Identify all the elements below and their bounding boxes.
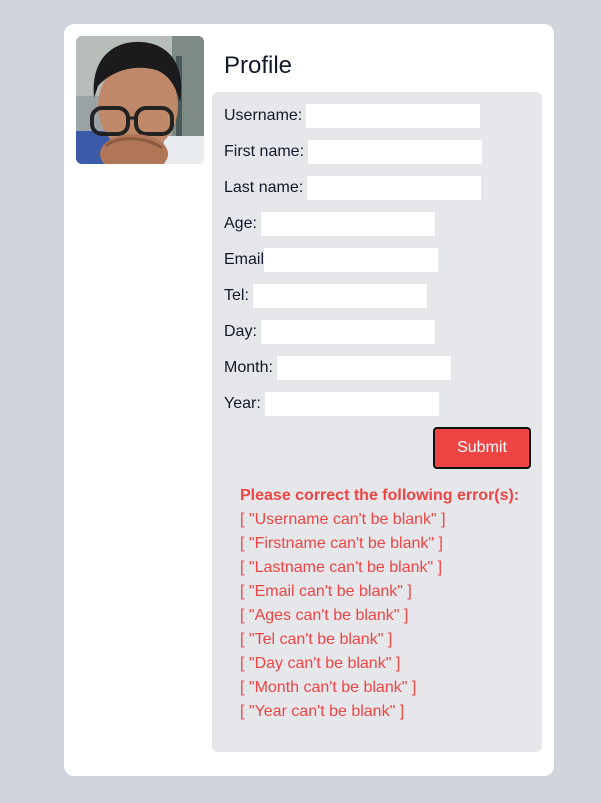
day-row: Day: (224, 320, 435, 344)
profile-form-panel: Username: First name: Last name: Age: Em… (212, 92, 542, 752)
month-label: Month: (224, 359, 273, 376)
error-item: [ "Ages can't be blank" ] (240, 607, 409, 624)
profile-card: Profile Username: First name: Last name:… (64, 24, 554, 776)
error-item: [ "Day can't be blank" ] (240, 655, 401, 672)
page-title: Profile (224, 52, 293, 79)
age-input[interactable] (260, 212, 435, 236)
error-item: [ "Email can't be blank" ] (240, 583, 412, 600)
error-item: [ "Username can't be blank" ] (240, 511, 446, 528)
last-name-label: Last name: (224, 179, 304, 196)
age-row: Age: (224, 212, 435, 236)
last-name-input[interactable] (307, 176, 482, 200)
error-heading: Please correct the following error(s): (240, 487, 520, 504)
profile-photo (76, 36, 204, 164)
submit-button[interactable]: Submit (433, 427, 531, 469)
tel-row: Tel: (224, 284, 427, 308)
username-input[interactable] (306, 104, 481, 128)
day-input[interactable] (260, 320, 435, 344)
year-label: Year: (224, 395, 261, 412)
error-list: Please correct the following error(s): [… (240, 484, 519, 724)
error-item: [ "Tel can't be blank" ] (240, 631, 393, 648)
first-name-input[interactable] (308, 140, 483, 164)
email-row: Email (224, 248, 439, 272)
tel-label: Tel: (224, 287, 249, 304)
username-label: Username: (224, 107, 303, 124)
tel-input[interactable] (252, 284, 427, 308)
first-name-row: First name: (224, 140, 483, 164)
first-name-label: First name: (224, 143, 305, 160)
username-row: Username: (224, 104, 481, 128)
month-input[interactable] (276, 356, 451, 380)
error-item: [ "Firstname can't be blank" ] (240, 535, 443, 552)
error-item: [ "Year can't be blank" ] (240, 703, 405, 720)
error-item: [ "Month can't be blank" ] (240, 679, 417, 696)
email-label: Email (224, 251, 265, 268)
year-row: Year: (224, 392, 439, 416)
avatar (76, 36, 204, 164)
day-label: Day: (224, 323, 257, 340)
month-row: Month: (224, 356, 451, 380)
error-item: [ "Lastname can't be blank" ] (240, 559, 443, 576)
year-input[interactable] (264, 392, 439, 416)
age-label: Age: (224, 215, 257, 232)
last-name-row: Last name: (224, 176, 482, 200)
email-input[interactable] (264, 248, 439, 272)
